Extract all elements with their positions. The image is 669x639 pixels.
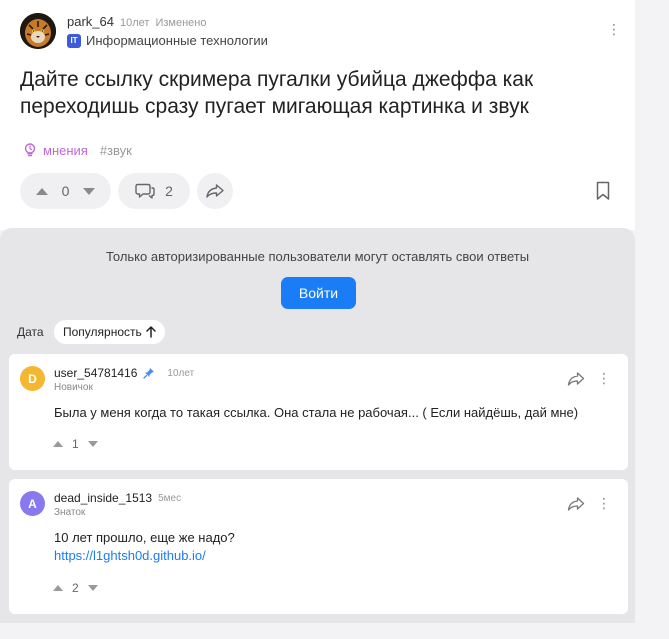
question-title: Дайте ссылку скримера пугалки убийца дже…	[20, 68, 534, 118]
answer-username[interactable]: user_54781416	[54, 366, 137, 380]
post-time: 10лет	[119, 17, 150, 29]
downvote-chevron-down-icon[interactable]	[87, 441, 98, 447]
bookmark-icon[interactable]	[594, 181, 612, 201]
category-link[interactable]: IT Информационные технологии	[67, 33, 268, 48]
answer-text: 10 лет прошло, еще же надо?	[54, 530, 235, 545]
answer-kebab-menu-icon[interactable]: ⋮	[596, 495, 612, 511]
answer-time: 10лет	[167, 367, 195, 379]
comments-count: 2	[165, 183, 173, 199]
sort-popularity-label: Популярность	[63, 325, 142, 339]
tags-row: мнения #звук	[22, 142, 132, 158]
answer-vote-count: 1	[72, 437, 79, 451]
avatar[interactable]: A	[20, 491, 45, 516]
tag-sound[interactable]: #звук	[100, 143, 132, 158]
avatar[interactable]: D	[20, 366, 45, 391]
answer-header: dead_inside_1513 5мес	[54, 491, 181, 505]
category-label: Информационные технологии	[86, 33, 268, 48]
bookmark-shape	[596, 181, 610, 200]
author-row: park_64 10лет Изменено	[67, 14, 206, 29]
author-name[interactable]: park_64	[67, 14, 114, 29]
category-it-icon: IT	[67, 33, 81, 48]
answer-kebab-menu-icon[interactable]: ⋮	[596, 370, 612, 386]
login-button[interactable]: Войти	[281, 277, 356, 309]
answer-vote-count: 2	[72, 581, 79, 595]
tag-opinion-label: мнения	[43, 142, 88, 158]
bulb-icon	[24, 143, 36, 157]
answer-username[interactable]: dead_inside_1513	[54, 491, 152, 505]
answer-time: 5мес	[158, 492, 182, 504]
auth-notice: Только авторизированные пользователи мог…	[105, 249, 530, 264]
downvote-chevron-down-icon[interactable]	[83, 187, 96, 195]
share-icon	[567, 372, 585, 386]
answer-share-icon[interactable]	[567, 496, 585, 512]
upvote-chevron-up-icon[interactable]	[53, 441, 63, 447]
answer-item: A dead_inside_1513 5мес Знаток ⋮ 10 лет …	[9, 479, 628, 614]
tag-opinion[interactable]: мнения	[22, 142, 88, 158]
upvote-chevron-up-icon[interactable]	[35, 187, 48, 195]
question-vote-count: 0	[61, 183, 70, 199]
comment-icon	[135, 183, 155, 199]
answer-share-icon[interactable]	[567, 371, 585, 387]
answer-vote-control: 1	[53, 437, 98, 451]
question-kebab-menu-icon[interactable]: ⋮	[606, 21, 622, 37]
sort-by-popularity[interactable]: Популярность	[54, 320, 165, 344]
answer-text: Была у меня когда то такая ссылка. Она с…	[54, 405, 579, 420]
author-avatar[interactable]	[20, 13, 56, 49]
downvote-chevron-down-icon[interactable]	[87, 585, 98, 591]
share-icon	[206, 184, 224, 198]
question-vote-control: 0	[20, 173, 111, 209]
answer-link[interactable]: https://l1ghtsh0d.github.io/	[54, 548, 206, 563]
comments-button[interactable]: 2	[118, 173, 190, 209]
edited-label: Изменено	[155, 17, 207, 29]
answer-item: D user_54781416 10лет Новичок ⋮ Была у м…	[9, 354, 628, 470]
share-button[interactable]	[197, 173, 233, 209]
share-icon	[567, 497, 585, 511]
answer-vote-control: 2	[53, 581, 98, 595]
tiger-avatar-image	[20, 13, 56, 49]
pin-icon	[143, 368, 155, 379]
answer-text-block: 10 лет прошло, еще же надо? https://l1gh…	[54, 529, 235, 565]
sort-by-date[interactable]: Дата	[10, 320, 51, 344]
answer-rank: Знаток	[54, 507, 86, 518]
question-card: park_64 10лет Изменено IT Информационные…	[0, 0, 635, 230]
upvote-chevron-up-icon[interactable]	[53, 585, 63, 591]
arrow-up-icon	[146, 326, 156, 338]
answer-header: user_54781416 10лет	[54, 366, 194, 380]
answer-rank: Новичок	[54, 382, 93, 393]
